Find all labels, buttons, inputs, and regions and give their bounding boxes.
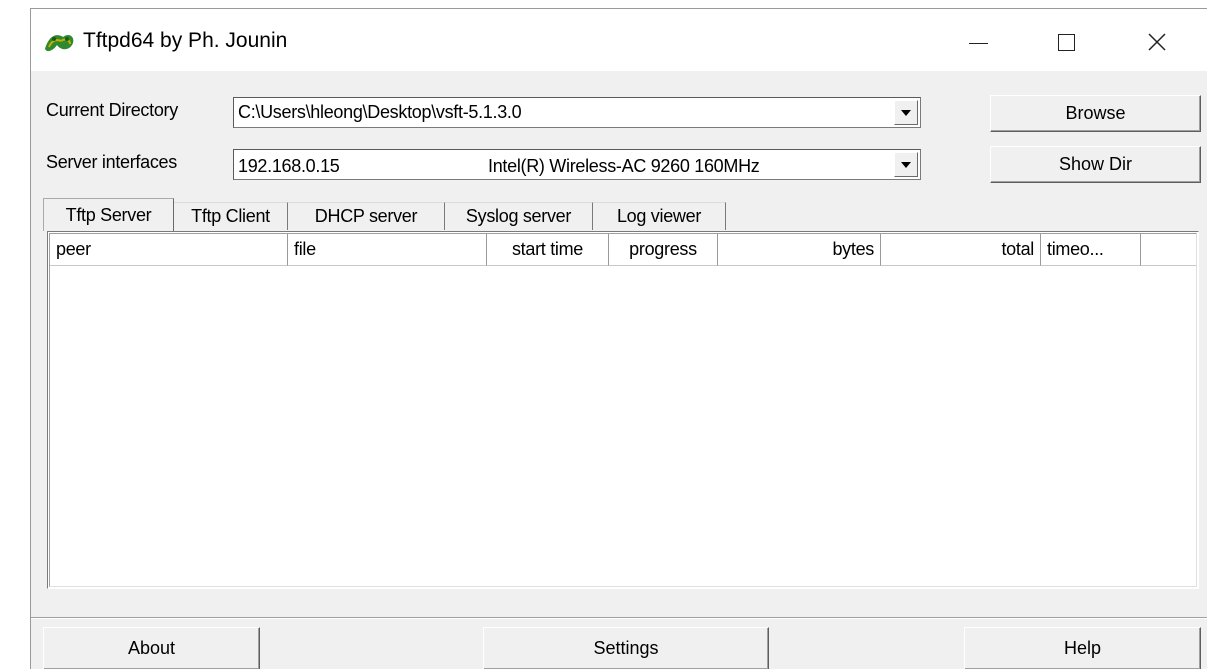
help-button[interactable]: Help — [964, 627, 1201, 669]
current-directory-label: Current Directory — [46, 100, 178, 120]
close-icon — [1148, 33, 1166, 51]
current-directory-dropdown-button[interactable] — [894, 100, 918, 125]
column-header-timeout[interactable]: timeo... — [1041, 234, 1141, 266]
footer-divider-highlight — [31, 618, 1207, 619]
tab-log-viewer[interactable]: Log viewer — [593, 202, 726, 230]
column-header-filler — [1141, 234, 1196, 266]
chevron-down-icon — [901, 161, 911, 168]
tab-tftp-client[interactable]: Tftp Client — [174, 202, 288, 230]
maximize-icon — [1057, 33, 1075, 51]
server-interfaces-dropdown-button[interactable] — [894, 152, 918, 177]
minimize-button[interactable] — [949, 17, 1007, 67]
column-header-total[interactable]: total — [881, 234, 1041, 266]
transfer-list[interactable]: peer file start time progress bytes tota… — [47, 231, 1199, 589]
column-header-start-time[interactable]: start time — [487, 234, 609, 266]
maximize-button[interactable] — [1037, 17, 1095, 67]
tab-syslog-server[interactable]: Syslog server — [445, 202, 593, 230]
column-header-peer[interactable]: peer — [50, 234, 288, 266]
server-interface-ip: 192.168.0.15 — [238, 156, 340, 176]
current-directory-value: C:\Users\hleong\Desktop\vsft-5.1.3.0 — [238, 102, 522, 122]
close-button[interactable] — [1128, 17, 1186, 67]
server-interfaces-combo[interactable]: 192.168.0.15 Intel(R) Wireless-AC 9260 1… — [233, 149, 921, 180]
tftpd-app-icon — [45, 34, 74, 52]
server-interface-name: Intel(R) Wireless-AC 9260 160MHz — [488, 156, 760, 176]
server-interfaces-label: Server interfaces — [46, 152, 177, 172]
transfer-list-body[interactable]: peer file start time progress bytes tota… — [49, 233, 1197, 587]
show-dir-button[interactable]: Show Dir — [990, 146, 1201, 183]
about-button[interactable]: About — [43, 627, 260, 669]
column-header-progress[interactable]: progress — [609, 234, 718, 266]
column-header-bytes[interactable]: bytes — [718, 234, 881, 266]
window-title: Tftpd64 by Ph. Jounin — [83, 29, 288, 52]
chevron-down-icon — [901, 109, 911, 116]
settings-button[interactable]: Settings — [483, 627, 769, 669]
title-bar[interactable]: Tftpd64 by Ph. Jounin — [31, 9, 1207, 71]
tab-tftp-server[interactable]: Tftp Server — [43, 198, 174, 231]
current-directory-combo[interactable]: C:\Users\hleong\Desktop\vsft-5.1.3.0 — [233, 97, 921, 128]
tab-dhcp-server[interactable]: DHCP server — [288, 202, 445, 230]
browse-button[interactable]: Browse — [990, 95, 1201, 132]
column-header-file[interactable]: file — [288, 234, 487, 266]
minimize-icon — [968, 42, 988, 44]
tftpd-window: Tftpd64 by Ph. Jounin Current Directory … — [30, 8, 1207, 669]
